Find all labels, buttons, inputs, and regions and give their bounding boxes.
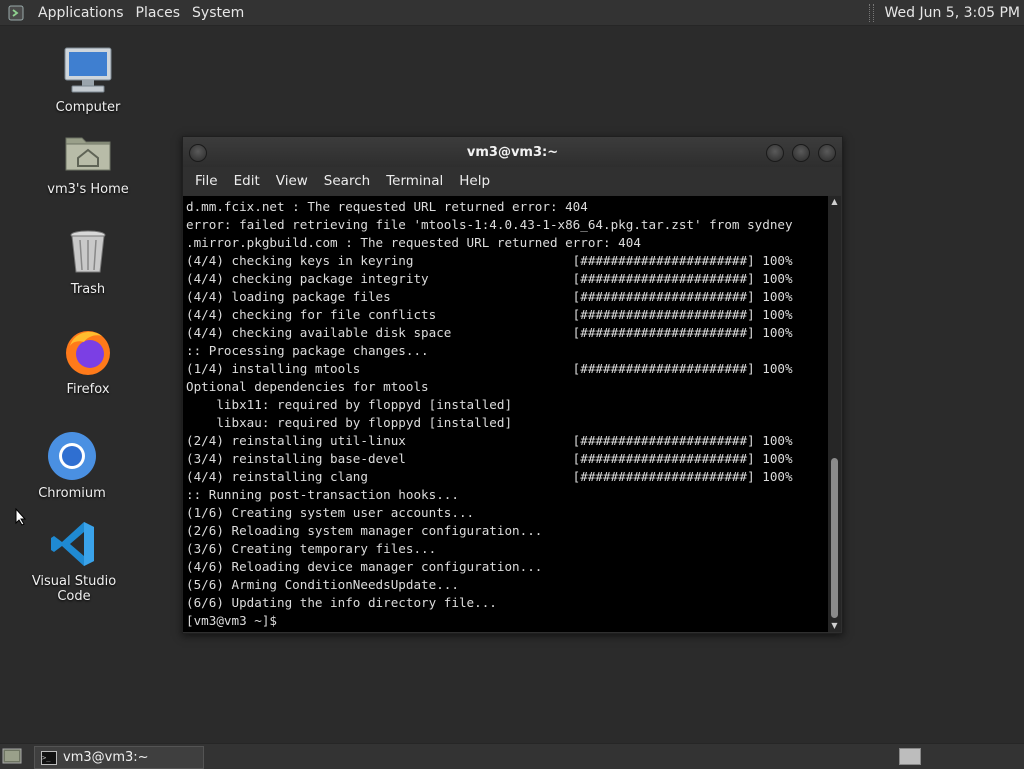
terminal-line: error: failed retrieving file 'mtools-1:…	[186, 217, 793, 232]
terminal-icon: >_	[41, 750, 57, 765]
terminal-text: d.mm.fcix.net : The requested URL return…	[183, 196, 828, 630]
desktop-icon-home[interactable]: vm3's Home	[28, 126, 148, 197]
home-folder-icon	[62, 126, 114, 178]
terminal-line: (4/4) reinstalling clang [##############…	[186, 469, 793, 484]
scroll-thumb[interactable]	[831, 458, 838, 618]
panel-right-area: Wed Jun 5, 3:05 PM	[869, 0, 1024, 25]
maximize-button[interactable]	[792, 144, 810, 162]
window-title: vm3@vm3:~	[466, 144, 559, 160]
desktop-icon-label: Chromium	[38, 486, 106, 501]
places-menu[interactable]: Places	[130, 5, 187, 21]
terminal-window[interactable]: vm3@vm3:~ File Edit View Search Terminal…	[182, 136, 843, 634]
menu-help[interactable]: Help	[451, 173, 498, 189]
desktop-icon-label: Firefox	[66, 382, 110, 397]
bottom-panel: >_ vm3@vm3:~	[0, 743, 1024, 769]
top-panel: Applications Places System Wed Jun 5, 3:…	[0, 0, 1024, 26]
terminal-menubar: File Edit View Search Terminal Help	[183, 167, 842, 195]
terminal-line: Optional dependencies for mtools	[186, 379, 429, 394]
desktop-icon-label: Computer	[55, 100, 121, 115]
chromium-icon	[46, 430, 98, 482]
terminal-titlebar[interactable]: vm3@vm3:~	[183, 137, 842, 167]
scroll-up-icon[interactable]: ▲	[828, 196, 841, 208]
taskbar-window-button[interactable]: >_ vm3@vm3:~	[34, 746, 204, 769]
terminal-line: (5/6) Arming ConditionNeedsUpdate...	[186, 577, 459, 592]
desktop-icon-trash[interactable]: Trash	[28, 226, 148, 297]
menu-view[interactable]: View	[268, 173, 316, 189]
computer-icon	[62, 44, 114, 96]
firefox-icon	[62, 326, 114, 378]
terminal-output[interactable]: d.mm.fcix.net : The requested URL return…	[183, 196, 828, 632]
panel-handle	[869, 3, 875, 22]
terminal-line: d.mm.fcix.net : The requested URL return…	[186, 199, 588, 214]
desktop-icon-chromium[interactable]: Chromium	[12, 430, 132, 501]
terminal-line: libxau: required by floppyd [installed]	[186, 415, 513, 430]
menu-terminal[interactable]: Terminal	[378, 173, 451, 189]
menu-search[interactable]: Search	[316, 173, 378, 189]
clock[interactable]: Wed Jun 5, 3:05 PM	[884, 5, 1020, 21]
terminal-line: (1/4) installing mtools [###############…	[186, 361, 793, 376]
window-menu-button[interactable]	[189, 144, 207, 162]
applications-menu[interactable]: Applications	[32, 5, 130, 21]
terminal-line: libx11: required by floppyd [installed]	[186, 397, 513, 412]
mouse-cursor-icon	[15, 507, 27, 530]
desktop-icon-label: vm3's Home	[47, 182, 129, 197]
terminal-line: (4/4) checking for file conflicts [#####…	[186, 307, 793, 322]
trash-icon	[62, 226, 114, 278]
terminal-line: (4/6) Reloading device manager configura…	[186, 559, 543, 574]
terminal-line: :: Processing package changes...	[186, 343, 429, 358]
terminal-line: [vm3@vm3 ~]$	[186, 613, 285, 628]
desktop-icon-label: Trash	[70, 282, 106, 297]
workspace-switcher[interactable]	[899, 748, 921, 765]
terminal-line: (6/6) Updating the info directory file..…	[186, 595, 497, 610]
terminal-line: .mirror.pkgbuild.com : The requested URL…	[186, 235, 641, 250]
desktop-icon-vscode[interactable]: Visual Studio Code	[14, 518, 134, 604]
close-button[interactable]	[818, 144, 836, 162]
terminal-line: (4/4) checking package integrity [######…	[186, 271, 793, 286]
system-menu[interactable]: System	[186, 5, 250, 21]
terminal-line: :: Running post-transaction hooks...	[186, 487, 459, 502]
terminal-line: (4/4) checking available disk space [###…	[186, 325, 793, 340]
vscode-icon	[48, 518, 100, 570]
menu-edit[interactable]: Edit	[226, 173, 268, 189]
terminal-line: (4/4) checking keys in keyring [########…	[186, 253, 793, 268]
desktop-icon-computer[interactable]: Computer	[28, 44, 148, 115]
show-desktop-icon[interactable]	[2, 747, 22, 765]
minimize-button[interactable]	[766, 144, 784, 162]
desktop-icon-label: Visual Studio Code	[31, 574, 117, 604]
terminal-line: (2/6) Reloading system manager configura…	[186, 523, 543, 538]
distro-logo-icon[interactable]	[6, 3, 28, 23]
desktop-icon-firefox[interactable]: Firefox	[28, 326, 148, 397]
taskbar-window-label: vm3@vm3:~	[63, 750, 149, 765]
terminal-line: (1/6) Creating system user accounts...	[186, 505, 475, 520]
terminal-line: (4/4) loading package files [###########…	[186, 289, 793, 304]
terminal-scrollbar[interactable]: ▲ ▼	[828, 196, 841, 632]
terminal-line: (3/6) Creating temporary files...	[186, 541, 437, 556]
scroll-down-icon[interactable]: ▼	[828, 620, 841, 632]
terminal-line: (3/4) reinstalling base-devel [#########…	[186, 451, 793, 466]
terminal-line: (2/4) reinstalling util-linux [#########…	[186, 433, 793, 448]
menu-file[interactable]: File	[187, 173, 226, 189]
